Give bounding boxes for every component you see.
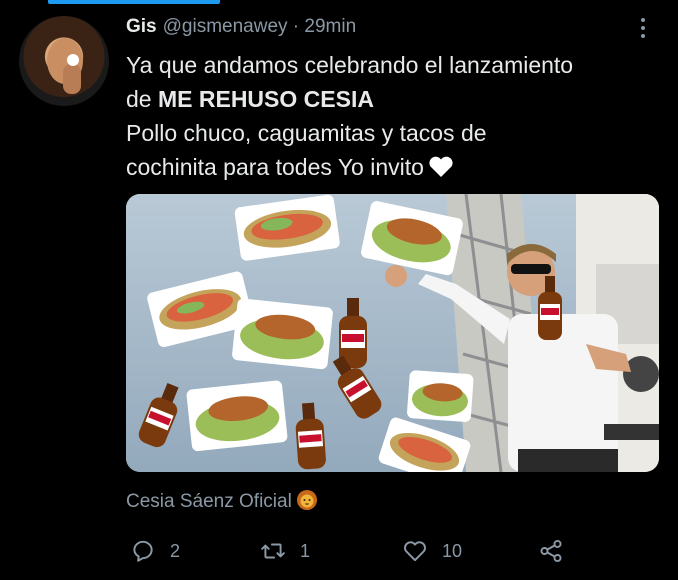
- like-count: 10: [442, 540, 463, 561]
- retweet-button[interactable]: 1: [260, 536, 310, 566]
- share-button[interactable]: [538, 536, 578, 566]
- like-icon: [404, 541, 426, 562]
- more-icon[interactable]: [639, 18, 647, 40]
- share-icon: [540, 539, 562, 563]
- tweet-text-line1: Ya que andamos celebrando el lanzamiento: [126, 52, 574, 78]
- author-handle-time[interactable]: @gismenawey · 29min: [163, 16, 357, 37]
- source-attribution[interactable]: Cesia Sáenz Oficial: [126, 489, 318, 513]
- source-name[interactable]: Cesia Sáenz Oficial: [126, 491, 292, 512]
- tweet-header: Gis @gismenawey · 29min: [126, 16, 356, 38]
- retweet-count: 1: [300, 540, 311, 561]
- lion-emoji-icon: [296, 490, 317, 510]
- reply-count: 2: [170, 540, 181, 561]
- tweet-actions: 2 1 10: [126, 536, 586, 570]
- meme-illustration: [126, 194, 659, 472]
- tweet-text-line2-prefix: de: [126, 86, 158, 112]
- tweet-text: Ya que andamos celebrando el lanzamiento…: [126, 48, 666, 184]
- loading-indicator: [48, 0, 220, 4]
- reply-button[interactable]: 2: [130, 536, 180, 566]
- tweet-media-image[interactable]: [126, 194, 659, 472]
- avatar-patch: [67, 54, 79, 66]
- avatar-hand: [63, 64, 81, 94]
- author-name[interactable]: Gis: [126, 16, 157, 37]
- heart-emoji-icon: [429, 156, 453, 177]
- like-button[interactable]: 10: [402, 536, 462, 566]
- retweet-icon: [261, 543, 285, 559]
- tweet-text-line2-bold: ME REHUSO CESIA: [157, 86, 374, 112]
- avatar[interactable]: [19, 16, 109, 106]
- reply-icon: [133, 540, 153, 562]
